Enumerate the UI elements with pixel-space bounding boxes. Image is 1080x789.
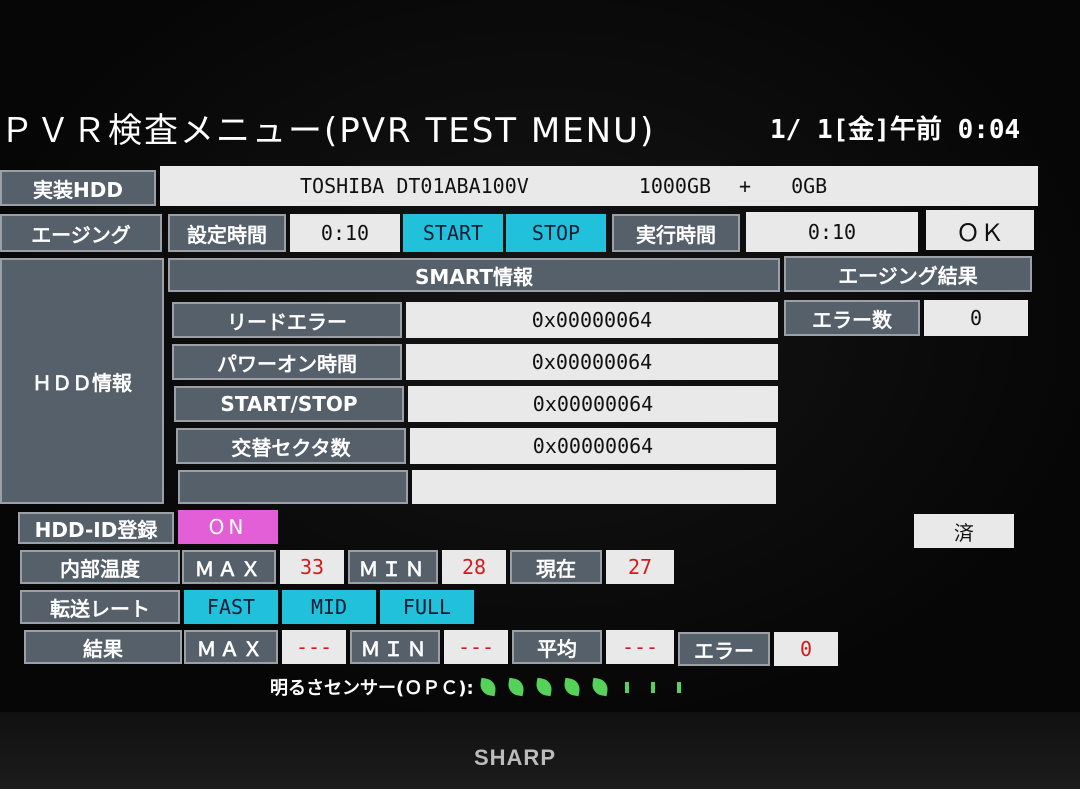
smart-row-value	[412, 470, 776, 504]
aging-ok-button[interactable]: ＯＫ	[926, 210, 1034, 250]
temperature-min-value: 28	[442, 550, 506, 584]
set-time-value[interactable]: 0:10	[290, 214, 400, 252]
installed-hdd-field: TOSHIBA DT01ABA100V 1000GB + 0GB	[160, 166, 1038, 206]
smart-row-value: 0x00000064	[408, 386, 778, 422]
installed-hdd-label: 実装HDD	[0, 170, 156, 206]
opc-sensor: 明るさセンサー(ＯＰＣ):	[270, 672, 692, 702]
opc-sensor-label: 明るさセンサー(ＯＰＣ):	[270, 678, 474, 699]
set-time-label: 設定時間	[168, 214, 286, 252]
hdd-model: TOSHIBA DT01ABA100V	[300, 174, 529, 198]
temperature-max-value: 33	[280, 550, 344, 584]
result-avg-label: 平均	[512, 630, 602, 664]
error-count-label: エラー数	[784, 300, 920, 336]
smart-row-value: 0x00000064	[406, 344, 778, 380]
opc-leaf-icon	[534, 677, 553, 697]
result-label: 結果	[24, 630, 182, 664]
result-min-value: ---	[444, 630, 508, 664]
result-error-label: エラー	[678, 632, 770, 666]
aging-start-button[interactable]: START	[403, 214, 503, 252]
opc-leaf-icon	[590, 677, 609, 697]
opc-leaf-icon	[562, 677, 581, 697]
hdd-id-toggle[interactable]: ON	[178, 510, 278, 544]
temperature-label: 内部温度	[20, 550, 180, 584]
opc-tick-mark	[624, 681, 629, 693]
tv-screen: ＰＶＲ検査メニュー(PVR TEST MENU) 1/ 1[金]午前 0:04 …	[0, 0, 1080, 712]
hdd-id-done-badge: 済	[914, 514, 1014, 548]
transfer-full-button[interactable]: FULL	[380, 590, 474, 624]
result-error-value: 0	[774, 632, 838, 666]
hdd-extra: 0GB	[791, 174, 828, 198]
transfer-fast-button[interactable]: FAST	[184, 590, 278, 624]
result-avg-value: ---	[606, 630, 674, 664]
temperature-min-label: ＭＩＮ	[348, 550, 438, 584]
aging-result-header: エージング結果	[784, 256, 1032, 292]
hdd-info-label: ＨＤＤ情報	[0, 258, 164, 504]
aging-label: エージング	[0, 214, 162, 252]
smart-row-label: START/STOP	[174, 386, 404, 422]
transfer-mid-button[interactable]: MID	[282, 590, 376, 624]
result-max-label: ＭＡＸ	[184, 630, 278, 664]
smart-row-value: 0x00000064	[410, 428, 776, 464]
smart-row-label: 交替セクタ数	[176, 428, 406, 464]
smart-row-value: 0x00000064	[406, 302, 778, 338]
run-time-value: 0:10	[746, 212, 918, 252]
result-min-label: ＭＩＮ	[350, 630, 440, 664]
smart-row-label: リードエラー	[172, 302, 402, 338]
opc-leaf-icon	[506, 677, 525, 697]
page-title: ＰＶＲ検査メニュー(PVR TEST MENU)	[0, 110, 656, 151]
clock: 1/ 1[金]午前 0:04	[770, 114, 1021, 145]
aging-stop-button[interactable]: STOP	[506, 214, 606, 252]
smart-row-label: パワーオン時間	[172, 344, 402, 380]
temperature-current-label: 現在	[510, 550, 602, 584]
opc-tick-mark	[676, 681, 681, 693]
error-count-value: 0	[924, 300, 1028, 336]
smart-info-header: SMART情報	[168, 258, 780, 292]
opc-leaf-icon	[478, 677, 497, 697]
transfer-rate-label: 転送レート	[20, 590, 180, 624]
smart-row-label	[178, 470, 408, 504]
opc-level-meter	[474, 677, 692, 697]
hdd-plus: +	[739, 174, 752, 198]
hdd-capacity: 1000GB	[638, 174, 712, 198]
hdd-id-label: HDD-ID登録	[18, 512, 174, 544]
result-max-value: ---	[282, 630, 346, 664]
opc-tick-mark	[650, 681, 655, 693]
temperature-current-value: 27	[606, 550, 674, 584]
brand-logo: SHARP	[473, 745, 556, 770]
run-time-label: 実行時間	[612, 214, 740, 252]
temperature-max-label: ＭＡＸ	[182, 550, 276, 584]
